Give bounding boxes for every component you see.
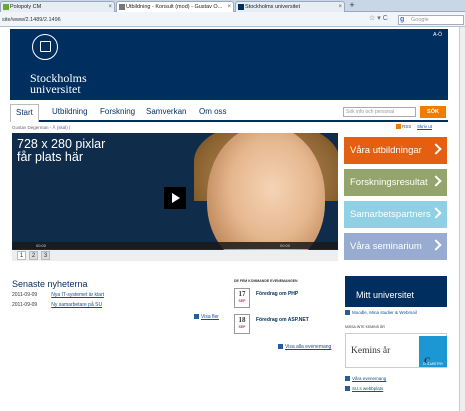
browser-tab-strip: Polopoly CM × Utbildning - Konsult (mod)…: [0, 0, 465, 12]
page-scrollbar[interactable]: [459, 27, 465, 411]
rss-link[interactable]: RSS: [396, 124, 411, 129]
arrow-icon: [278, 344, 283, 349]
kemins-sub: CHEMISTRY: [422, 362, 444, 366]
news-link[interactable]: Ny samarbetare på SU: [51, 302, 102, 308]
close-icon[interactable]: ×: [108, 2, 112, 12]
event-title[interactable]: Föredrag om PHP: [256, 291, 298, 297]
print-link[interactable]: Skriv ut: [417, 124, 432, 129]
google-icon: g: [400, 16, 405, 23]
a-o-link[interactable]: A-Ö: [433, 32, 442, 38]
news-date: 2011-09-09: [12, 292, 38, 298]
promo-samarbetspartners[interactable]: Samarbetspartners: [344, 201, 447, 228]
video-page-2[interactable]: 2: [29, 251, 38, 260]
video-page-3[interactable]: 3: [41, 251, 50, 260]
browser-tab-utbildning[interactable]: Utbildning - Konsult (mod) - Gustav O...…: [116, 1, 234, 12]
arrow-icon: [345, 376, 350, 381]
nav-item-forskning[interactable]: Forskning: [100, 107, 135, 116]
news-more-label: Visa fler: [201, 314, 219, 320]
my-university-banner[interactable]: Mitt universitet: [345, 276, 447, 307]
event-day: 17: [238, 290, 246, 298]
su-favicon-icon: [238, 4, 244, 10]
my-university-link-label: Moodle, Mina studier & Webmail: [352, 310, 417, 315]
play-icon[interactable]: [164, 187, 186, 209]
rss-label: RSS: [402, 124, 412, 129]
promo-seminarium[interactable]: Våra seminarium: [344, 233, 447, 260]
nav-item-start[interactable]: Start: [10, 104, 39, 122]
address-bar-row: site/www/2.1489/2.1496 ☆▾C g Google: [0, 12, 465, 27]
nav-item-utbildning[interactable]: Utbildning: [52, 107, 88, 116]
video-time-end: 00:00: [280, 243, 291, 248]
kemins-text: Kemins år: [351, 346, 391, 356]
logo-line-2: universitet: [30, 81, 81, 96]
site-search-input[interactable]: Sök info och personal: [343, 107, 416, 117]
polopoly-favicon-icon: [3, 4, 9, 10]
event-date: 17 SEP: [234, 288, 250, 308]
video-overlay-text: 728 x 280 pixlar får plats här: [17, 138, 105, 164]
news-item: 2011-09-09 Nya IT-systemet är klart: [12, 292, 104, 298]
events-heading: DE FEM KOMMANDE EVENEMANGEN: [234, 279, 298, 283]
video-player[interactable]: 728 x 280 pixlar får plats här 00:00 00:…: [12, 133, 338, 261]
link-su-website[interactable]: SU:s webbplats: [345, 386, 383, 391]
browser-tab-title: Stockholms universitet: [245, 4, 301, 10]
browser-tab-polopoly[interactable]: Polopoly CM ×: [0, 1, 115, 12]
close-icon[interactable]: ×: [338, 2, 342, 12]
my-university-link[interactable]: Moodle, Mina studier & Webmail: [345, 310, 417, 315]
event-month: SEP: [238, 299, 246, 303]
event-title[interactable]: Föredrag om ASP.NET: [256, 317, 309, 323]
rss-icon: [396, 124, 401, 129]
browser-search-placeholder: Google: [411, 17, 429, 23]
browser-tab-title: Utbildning - Konsult (mod) - Gustav O...: [126, 4, 223, 10]
news-heading: Senaste nyheterna: [12, 279, 88, 289]
news-link[interactable]: Nya IT-systemet är klart: [51, 292, 104, 298]
site-logo[interactable]: Stockholms universitet: [30, 72, 87, 96]
event-date: 18 SEP: [234, 314, 250, 334]
kemins-heading: MISSA INTE KEMINS ÅR: [345, 325, 385, 329]
link-our-events[interactable]: Våra evenemang: [345, 376, 386, 381]
arrow-icon: [345, 310, 350, 315]
arrow-icon: [345, 386, 350, 391]
site-header: A-Ö Stockholms universitet: [10, 29, 448, 100]
video-text-line-2: får plats här: [17, 150, 84, 164]
site-search-button[interactable]: SÖK: [420, 106, 446, 118]
news-more-link[interactable]: Visa fler: [194, 314, 219, 320]
arrow-icon: [194, 314, 199, 319]
promo-forskningsresultat[interactable]: Forskningsresultat: [344, 169, 447, 196]
link-su-website-label: SU:s webbplats: [352, 386, 384, 391]
page-favicon-icon: [119, 4, 125, 10]
events-more-label: Visa alla evenemang: [285, 344, 332, 350]
video-pager: 1 2 3: [12, 250, 338, 261]
news-item: 2011-09-09 Ny samarbetare på SU: [12, 302, 102, 308]
new-tab-icon[interactable]: +: [346, 1, 358, 11]
video-time-start: 00:00: [36, 243, 47, 248]
event-month: SEP: [238, 325, 246, 329]
browser-tab-su[interactable]: Stockholms universitet ×: [235, 1, 345, 12]
breadcrumb: Gustav Degerman - Å (skal) |: [12, 125, 71, 130]
nav-item-samverkan[interactable]: Samverkan: [146, 107, 186, 116]
news-date: 2011-09-09: [12, 302, 38, 308]
event-day: 18: [238, 316, 246, 324]
nav-item-om-oss[interactable]: Om oss: [199, 107, 227, 116]
close-icon[interactable]: ×: [227, 2, 231, 12]
kemins-banner[interactable]: Kemins år C CHEMISTRY: [345, 333, 447, 368]
browser-search-input[interactable]: g Google: [398, 15, 464, 25]
browser-tab-title: Polopoly CM: [10, 4, 42, 10]
link-our-events-label: Våra evenemang: [352, 376, 387, 381]
university-seal-icon: [32, 34, 58, 60]
video-page-1[interactable]: 1: [17, 251, 26, 260]
bookmark-star-icon[interactable]: ☆▾C: [369, 14, 390, 22]
url-field[interactable]: site/www/2.1489/2.1496: [2, 15, 378, 25]
promo-utbildningar[interactable]: Våra utbildningar: [344, 137, 447, 164]
chemistry-logo-icon: C CHEMISTRY: [419, 336, 447, 367]
events-more-link[interactable]: Visa alla evenemang: [278, 344, 331, 350]
